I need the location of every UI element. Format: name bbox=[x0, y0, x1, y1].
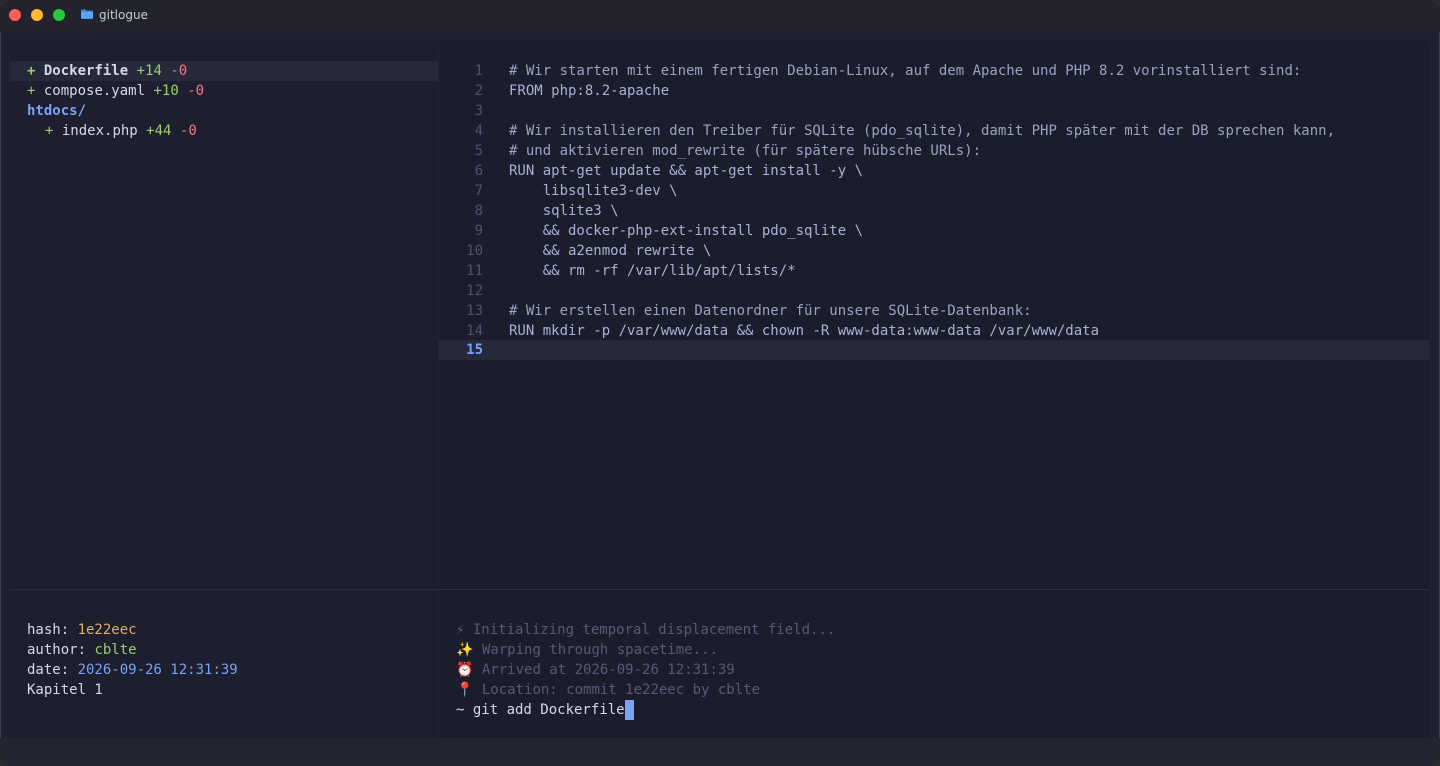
log-text: Arrived at 2026-09-26 12:31:39 bbox=[481, 662, 735, 678]
line-number: 5 bbox=[474, 143, 483, 159]
file-name: Dockerfile bbox=[43, 63, 129, 79]
current-line-highlight bbox=[439, 340, 1429, 360]
line-number: 13 bbox=[466, 303, 483, 319]
code-line: && docker-php-ext-install pdo_sqlite \ bbox=[509, 223, 864, 239]
file-tree-pane: + Dockerfile +14 -0 + compose.yaml +10 -… bbox=[10, 41, 438, 588]
code-line: FROM php:8.2-apache bbox=[509, 83, 670, 99]
tree-item-htdocs[interactable]: htdocs/ bbox=[27, 101, 86, 121]
code-line: # und aktivieren mod_rewrite (für später… bbox=[509, 143, 982, 159]
log-line: ⚡ Initializing temporal displacement fie… bbox=[456, 620, 835, 640]
commit-message: Kapitel 1 bbox=[27, 682, 103, 698]
tree-item-index-php[interactable]: + index.php +44 -0 bbox=[45, 121, 197, 141]
hash-label: hash: bbox=[27, 622, 78, 638]
close-window-button[interactable] bbox=[9, 9, 21, 21]
line-number: 4 bbox=[474, 123, 483, 139]
line-number: 11 bbox=[466, 263, 483, 279]
code-line: # Wir starten mit einem fertigen Debian-… bbox=[509, 63, 1302, 79]
code-line: && a2enmod rewrite \ bbox=[509, 243, 712, 259]
line-number: 12 bbox=[466, 283, 483, 299]
code-line: sqlite3 \ bbox=[509, 203, 619, 219]
tree-item-compose[interactable]: + compose.yaml +10 -0 bbox=[27, 81, 204, 101]
removed-count: -0 bbox=[170, 63, 188, 79]
commit-date-row: date: 2026-09-26 12:31:39 bbox=[27, 660, 238, 680]
log-text: Location: commit 1e22eec by cblte bbox=[481, 682, 761, 698]
terminal-area: + Dockerfile +14 -0 + compose.yaml +10 -… bbox=[10, 41, 1429, 738]
code-line: && rm -rf /var/lib/apt/lists/* bbox=[509, 263, 796, 279]
location-pin-icon: 📍 bbox=[456, 682, 474, 698]
current-line-number: 15 bbox=[466, 342, 483, 358]
commit-info-pane: hash: 1e22eec author: cblte date: 2026-0… bbox=[10, 590, 438, 738]
code-line: RUN apt-get update && apt-get install -y… bbox=[509, 163, 864, 179]
date-label: date: bbox=[27, 662, 78, 678]
commit-author: cblte bbox=[94, 642, 137, 658]
code-line: # Wir installieren den Treiber für SQLit… bbox=[509, 123, 1336, 139]
added-count: +44 bbox=[146, 123, 172, 139]
log-text: Warping through spacetime... bbox=[481, 642, 718, 658]
author-label: author: bbox=[27, 642, 95, 658]
log-text: Initializing temporal displacement field… bbox=[472, 622, 836, 638]
file-name: compose.yaml bbox=[43, 83, 146, 99]
line-number: 6 bbox=[474, 163, 483, 179]
added-marker: + bbox=[27, 63, 36, 79]
line-number: 3 bbox=[474, 103, 483, 119]
minimize-window-button[interactable] bbox=[31, 9, 43, 21]
line-number: 9 bbox=[474, 223, 483, 239]
code-line: RUN mkdir -p /var/www/data && chown -R w… bbox=[509, 323, 1100, 339]
bottom-bar bbox=[0, 738, 1440, 766]
zoom-window-button[interactable] bbox=[53, 9, 65, 21]
log-line: ⏰ Arrived at 2026-09-26 12:31:39 bbox=[456, 660, 735, 680]
alarm-clock-icon: ⏰ bbox=[456, 662, 474, 678]
line-number: 1 bbox=[474, 63, 483, 79]
prompt-text: ~ git add Dockerfile bbox=[456, 702, 625, 718]
line-number: 10 bbox=[466, 243, 483, 259]
line-number: 7 bbox=[474, 183, 483, 199]
title-bar: gitlogue bbox=[0, 0, 1440, 32]
line-number: 14 bbox=[466, 323, 483, 339]
editor-pane: 1 # Wir starten mit einem fertigen Debia… bbox=[439, 41, 1429, 588]
commit-hash: 1e22eec bbox=[77, 622, 137, 638]
added-count: +14 bbox=[136, 63, 162, 79]
added-marker: + bbox=[27, 83, 36, 99]
folder-icon bbox=[81, 9, 93, 19]
text-cursor bbox=[624, 700, 634, 720]
code-line: # Wir erstellen einen Datenordner für un… bbox=[509, 303, 1032, 319]
code-line: libsqlite3-dev \ bbox=[509, 183, 678, 199]
removed-count: -0 bbox=[187, 83, 205, 99]
removed-count: -0 bbox=[179, 123, 197, 139]
commit-author-row: author: cblte bbox=[27, 640, 137, 660]
added-count: +10 bbox=[153, 83, 179, 99]
terminal-pane: ⚡ Initializing temporal displacement fie… bbox=[439, 590, 1429, 738]
line-number: 2 bbox=[474, 83, 483, 99]
lightning-icon: ⚡ bbox=[456, 622, 465, 638]
window-title: gitlogue bbox=[99, 8, 148, 22]
added-marker: + bbox=[45, 123, 54, 139]
commit-hash-row: hash: 1e22eec bbox=[27, 620, 137, 640]
log-line: 📍 Location: commit 1e22eec by cblte bbox=[456, 680, 760, 700]
file-name: index.php bbox=[61, 123, 138, 139]
tree-item-dockerfile[interactable]: + Dockerfile +14 -0 bbox=[27, 61, 187, 81]
commit-date: 2026-09-26 12:31:39 bbox=[77, 662, 238, 678]
app-window: gitlogue + Dockerfile +14 -0 + compose.y… bbox=[0, 0, 1440, 766]
directory-name: htdocs/ bbox=[27, 103, 87, 119]
line-number: 8 bbox=[474, 203, 483, 219]
log-line: ✨ Warping through spacetime... bbox=[456, 640, 718, 660]
command-prompt[interactable]: ~ git add Dockerfile bbox=[456, 700, 634, 720]
sparkles-icon: ✨ bbox=[456, 642, 474, 658]
